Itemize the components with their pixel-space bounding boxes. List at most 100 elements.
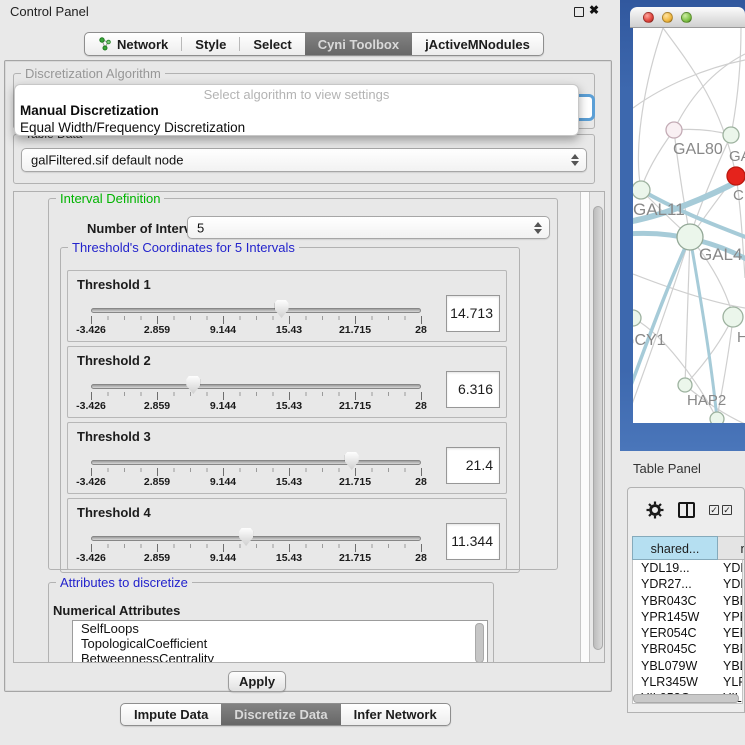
outer-scrollbar-thumb[interactable]: [593, 206, 603, 650]
group-title: Discretization Algorithm: [21, 66, 165, 81]
slider-track[interactable]: [91, 308, 421, 313]
cell-shared-name: YLR345W: [641, 675, 698, 689]
screen: { "window": { "title": "Control Panel" }…: [0, 0, 745, 745]
network-window-titlebar[interactable]: [630, 7, 745, 28]
table-row[interactable]: YPR145WYPR1: [633, 609, 742, 625]
cell-name: YLR3: [723, 675, 743, 689]
table-row[interactable]: YER054CYER0: [633, 625, 742, 641]
column-header-name[interactable]: na: [718, 536, 745, 560]
slider-track[interactable]: [91, 536, 421, 541]
close-icon[interactable]: ✖: [589, 3, 599, 17]
node-label: GCY1: [633, 332, 666, 349]
tab-jactivemnodules[interactable]: jActiveMNodules: [412, 33, 543, 55]
tick-label: 9.144: [210, 476, 236, 488]
horizontal-scrollbar[interactable]: [633, 694, 739, 703]
threshold-panel: Threshold 1 -3.4262.8599.14415.4321.7152…: [67, 270, 507, 342]
float-window-icon[interactable]: [574, 7, 584, 17]
cyni-toolbox-panel: Discretization Algorithm Select algorith…: [4, 60, 612, 692]
network-graph[interactable]: GAL80GACGAL11GAL4GCY1HHAP2: [633, 28, 745, 423]
cell-shared-name: YDL19...: [641, 561, 690, 575]
algorithm-dropdown-popup: Select algorithm to view settings Manual…: [14, 84, 579, 136]
network-view-canvas[interactable]: GAL80GACGAL11GAL4GCY1HHAP2: [633, 28, 745, 423]
node-label: GAL80: [673, 141, 723, 158]
group-title: Interval Definition: [56, 191, 164, 206]
slider-ticks: [91, 392, 422, 400]
tab-infer-network[interactable]: Infer Network: [341, 704, 450, 725]
threshold-value-field[interactable]: 21.4: [446, 447, 500, 484]
tab-style[interactable]: Style: [182, 33, 239, 55]
dropdown-item-manual-discretization[interactable]: Manual Discretization: [20, 103, 159, 118]
table-body: YDL19...YDL1YDR27...YDR2YBR043CYBR0YPR14…: [632, 560, 743, 704]
table-panel-title: Table Panel: [633, 461, 701, 476]
tick-label: 2.859: [144, 476, 170, 488]
network-node[interactable]: [723, 127, 739, 143]
column-header-shared-name[interactable]: shared...: [632, 536, 718, 560]
cell-shared-name: YBR043C: [641, 594, 697, 608]
tick-label: 28: [415, 400, 427, 412]
table-row[interactable]: YDL19... YDL1: [633, 560, 742, 576]
network-node[interactable]: [633, 181, 650, 199]
cell-name: YDL1: [723, 561, 743, 575]
network-node[interactable]: [633, 310, 641, 326]
attribute-item[interactable]: SelfLoops: [73, 621, 487, 636]
tab-label: Discretize Data: [234, 707, 327, 722]
number-of-intervals-combobox[interactable]: 5: [187, 216, 550, 239]
tab-label: Network: [117, 37, 168, 52]
network-node[interactable]: [723, 307, 743, 327]
slider-ticks: [91, 544, 422, 552]
table-row[interactable]: YBR045CYBR0: [633, 641, 742, 657]
tick-label: 2.859: [144, 400, 170, 412]
tick-label: 15.43: [276, 400, 302, 412]
tick-label: 2.859: [144, 324, 170, 336]
minimize-traffic-light-icon[interactable]: [662, 12, 673, 23]
tick-label: -3.426: [76, 552, 106, 564]
zoom-traffic-light-icon[interactable]: [681, 12, 692, 23]
tab-network[interactable]: Network: [85, 33, 181, 55]
network-node[interactable]: [678, 378, 692, 392]
table-row[interactable]: YBL079WYBL0: [633, 658, 742, 674]
threshold-value-field[interactable]: 11.344: [446, 523, 500, 560]
cell-name: YBL0: [723, 659, 743, 673]
checkbox-icon[interactable]: ✓: [722, 505, 732, 515]
network-node[interactable]: [666, 122, 682, 138]
list-scrollbar[interactable]: [475, 623, 484, 663]
cell-shared-name: YER054C: [641, 626, 697, 640]
network-node[interactable]: [727, 167, 745, 185]
tick-label: 21.715: [339, 400, 371, 412]
gear-icon[interactable]: [646, 501, 664, 519]
cell-name: YBR0: [723, 594, 743, 608]
table-data-combobox[interactable]: galFiltered.sif default node: [21, 148, 587, 172]
table-row[interactable]: YDR27...YDR2: [633, 576, 742, 592]
apply-button[interactable]: Apply: [228, 671, 286, 692]
combobox-value: galFiltered.sif default node: [31, 153, 183, 168]
group-title: Threshold's Coordinates for 5 Intervals: [68, 240, 299, 255]
slider-track[interactable]: [91, 460, 421, 465]
tab-label: Select: [253, 37, 291, 52]
table-row[interactable]: YBR043C YBR0: [633, 593, 742, 609]
tab-label: jActiveMNodules: [425, 37, 530, 52]
threshold-value-field[interactable]: 14.713: [446, 295, 500, 332]
threshold-label: Threshold 2: [77, 353, 151, 368]
tab-cyni-toolbox[interactable]: Cyni Toolbox: [305, 33, 412, 55]
node-label: H: [737, 329, 745, 346]
attribute-item[interactable]: BetweennessCentrality: [73, 651, 487, 663]
tab-impute-data[interactable]: Impute Data: [121, 704, 221, 725]
tick-label: 28: [415, 324, 427, 336]
tab-select[interactable]: Select: [240, 33, 304, 55]
combobox-value: 5: [197, 220, 204, 235]
split-columns-icon[interactable]: [678, 502, 695, 518]
cell-shared-name: YDR27...: [641, 577, 692, 591]
network-node[interactable]: [710, 412, 724, 423]
close-traffic-light-icon[interactable]: [643, 12, 654, 23]
checkbox-icon[interactable]: ✓: [709, 505, 719, 515]
slider-track[interactable]: [91, 384, 421, 389]
dropdown-item-equal-width-frequency[interactable]: Equal Width/Frequency Discretization: [20, 120, 245, 135]
table-row[interactable]: YLR345W YLR3: [633, 674, 742, 690]
cell-shared-name: YPR145W: [641, 610, 699, 624]
inner-scrollbar-track[interactable]: [580, 192, 590, 663]
slider-tick-labels: -3.4262.8599.14415.4321.71528: [68, 400, 506, 412]
threshold-value-field[interactable]: 6.316: [446, 371, 500, 408]
attribute-item[interactable]: TopologicalCoefficient: [73, 636, 487, 651]
numerical-attributes-list[interactable]: SelfLoopsTopologicalCoefficientBetweenne…: [72, 620, 488, 663]
tab-discretize-data[interactable]: Discretize Data: [221, 704, 340, 725]
